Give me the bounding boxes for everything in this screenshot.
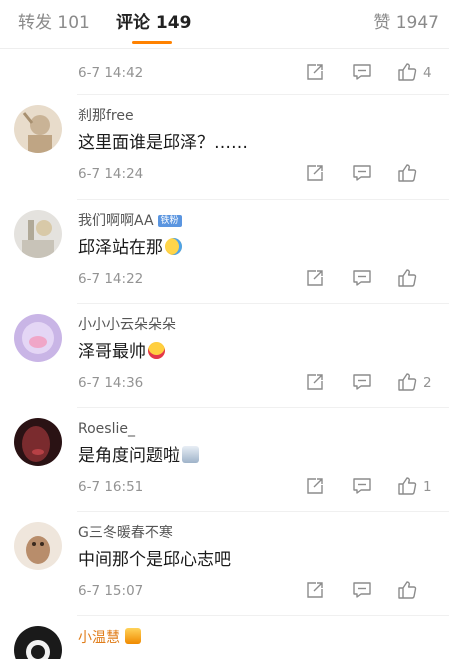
like-icon[interactable]: [397, 372, 417, 392]
username[interactable]: Roeslie_: [78, 420, 135, 438]
like-icon[interactable]: [397, 268, 417, 288]
avatar[interactable]: [14, 522, 62, 570]
comment-time: 6-7 14:22: [78, 271, 144, 287]
avatar[interactable]: [14, 626, 62, 659]
comment-text: 是角度问题啦: [78, 444, 199, 468]
like-icon[interactable]: [397, 580, 417, 600]
comment-item: G三冬暖春不寒 中间那个是邱心志吧 6-7 15:07: [0, 512, 449, 616]
comment-text-body: 泽哥最帅: [78, 342, 146, 362]
comment-time: 6-7 14:42: [78, 65, 144, 81]
avatar[interactable]: [14, 314, 62, 362]
comment-item: Roeslie_ 是角度问题啦 6-7 16:51 1: [0, 408, 449, 512]
comment-time: 6-7 14:36: [78, 375, 144, 391]
comment-tabs: 转发 101 评论 149 赞 1947: [0, 0, 449, 49]
comment-text: 泽哥最帅: [78, 340, 165, 364]
share-icon[interactable]: [305, 476, 325, 496]
avatar[interactable]: [14, 105, 62, 153]
reply-icon[interactable]: [352, 268, 372, 288]
share-icon[interactable]: [305, 268, 325, 288]
comment-text: 这里面谁是邱泽？……: [78, 133, 248, 153]
avatar[interactable]: [14, 210, 62, 258]
username[interactable]: 我们啊啊AA 铁粉: [78, 212, 182, 230]
sticker-emoji: [182, 446, 199, 463]
comment-time: 6-7 15:07: [78, 583, 144, 599]
active-tab-indicator: [132, 41, 172, 44]
fan-badge: 铁粉: [157, 215, 182, 227]
reply-icon[interactable]: [352, 372, 372, 392]
share-icon[interactable]: [305, 372, 325, 392]
crown-emoji: [125, 628, 141, 644]
like-count: 1: [423, 479, 432, 495]
comment-text-body: 是角度问题啦: [78, 446, 180, 466]
comment-item: 我们啊啊AA 铁粉 邱泽站在那 6-7 14:22: [0, 200, 449, 304]
laughing-tears-emoji: [165, 238, 182, 255]
username[interactable]: 小小小云朵朵朵: [78, 316, 176, 334]
share-icon[interactable]: [305, 580, 325, 600]
avatar[interactable]: [14, 418, 62, 466]
username-text[interactable]: 我们啊啊AA: [78, 213, 154, 229]
username[interactable]: G三冬暖春不寒: [78, 524, 173, 542]
comment-time: 6-7 14:24: [78, 166, 144, 182]
reply-icon[interactable]: [352, 580, 372, 600]
reply-icon[interactable]: [352, 62, 372, 82]
comment-item: 小温慧: [0, 616, 449, 659]
like-icon[interactable]: [397, 163, 417, 183]
like-icon[interactable]: [397, 476, 417, 496]
heart-eyes-emoji: [148, 342, 165, 359]
share-icon[interactable]: [305, 163, 325, 183]
tab-like[interactable]: 赞 1947: [373, 12, 439, 34]
comment-time: 6-7 16:51: [78, 479, 144, 495]
like-count: 2: [423, 375, 432, 391]
share-icon[interactable]: [305, 62, 325, 82]
comment-item: 小小小云朵朵朵 泽哥最帅 6-7 14:36 2: [0, 304, 449, 408]
comment-item-partial: 6-7 14:42 4: [0, 49, 449, 94]
like-icon[interactable]: [397, 62, 417, 82]
username[interactable]: 小温慧: [78, 628, 141, 647]
comment-item: 刹那free 这里面谁是邱泽？…… 6-7 14:24: [0, 95, 449, 199]
tab-repost[interactable]: 转发 101: [18, 12, 90, 34]
comment-text: 邱泽站在那: [78, 236, 182, 260]
like-count: 4: [423, 65, 432, 81]
username-text[interactable]: 小温慧: [78, 630, 120, 646]
username[interactable]: 刹那free: [78, 107, 134, 125]
comment-text-body: 邱泽站在那: [78, 238, 163, 258]
comment-text: 中间那个是邱心志吧: [78, 550, 231, 570]
reply-icon[interactable]: [352, 163, 372, 183]
reply-icon[interactable]: [352, 476, 372, 496]
